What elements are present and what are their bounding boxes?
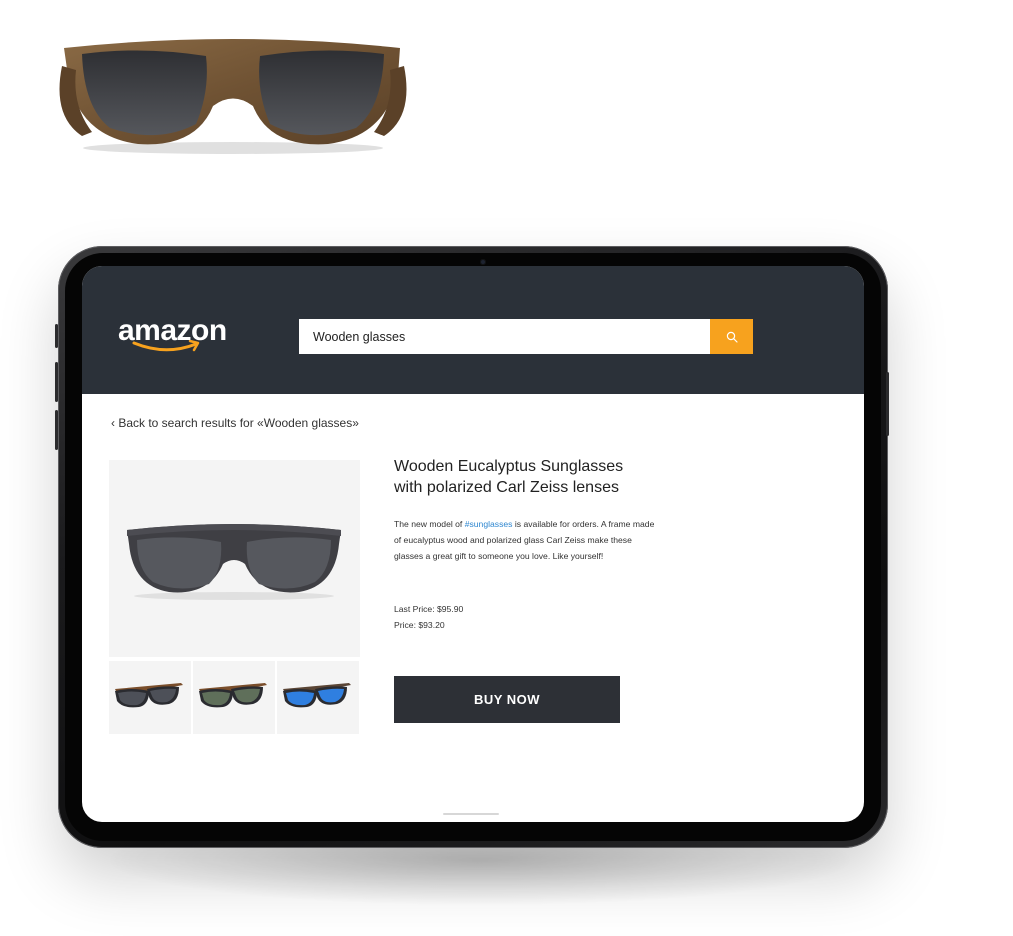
thumbnail-image bbox=[115, 683, 183, 708]
product-title-line1: Wooden Eucalyptus Sunglasses bbox=[394, 458, 624, 475]
camera-dot bbox=[480, 259, 486, 265]
amazon-logo[interactable]: amazon bbox=[118, 314, 238, 358]
search-button[interactable] bbox=[710, 319, 753, 354]
search-input[interactable] bbox=[299, 319, 710, 354]
product-sunglasses-image bbox=[127, 524, 341, 600]
tablet-volume-up-button bbox=[55, 362, 58, 402]
buy-now-button[interactable]: BUY NOW bbox=[394, 676, 620, 723]
product-main-image[interactable] bbox=[109, 460, 360, 657]
current-price: Price: $93.20 bbox=[394, 620, 445, 630]
last-price: Last Price: $95.90 bbox=[394, 604, 464, 614]
tablet-power-button bbox=[886, 372, 889, 436]
price-block: Last Price: $95.90 Price: $93.20 bbox=[394, 601, 463, 633]
thumbnail-image bbox=[283, 683, 351, 708]
logo-smile-icon bbox=[132, 340, 200, 352]
product-title: Wooden Eucalyptus Sunglasses with polari… bbox=[394, 456, 664, 498]
product-title-line2: with polarized Carl Zeiss lenses bbox=[394, 479, 619, 496]
wooden-sunglasses-image bbox=[59, 39, 407, 154]
description-text-start: The new model of bbox=[394, 519, 465, 529]
thumbnail-image bbox=[199, 683, 267, 708]
sunglasses-hashtag-link[interactable]: #sunglasses bbox=[465, 519, 513, 529]
header-bar: amazon bbox=[82, 266, 864, 394]
tablet-volume-down-button bbox=[55, 410, 58, 450]
tablet-screen: amazon ‹ Back to search results for «Woo… bbox=[82, 266, 864, 822]
search-icon bbox=[726, 331, 738, 343]
back-to-results-link[interactable]: ‹ Back to search results for «Wooden gla… bbox=[111, 416, 359, 430]
thumbnail-blue-lens[interactable] bbox=[277, 661, 359, 734]
home-indicator bbox=[443, 813, 499, 815]
tablet-side-button bbox=[55, 324, 58, 348]
thumbnail-dark-lens[interactable] bbox=[109, 661, 191, 734]
thumbnail-green-lens[interactable] bbox=[193, 661, 275, 734]
product-description: The new model of #sunglasses is availabl… bbox=[394, 516, 656, 564]
